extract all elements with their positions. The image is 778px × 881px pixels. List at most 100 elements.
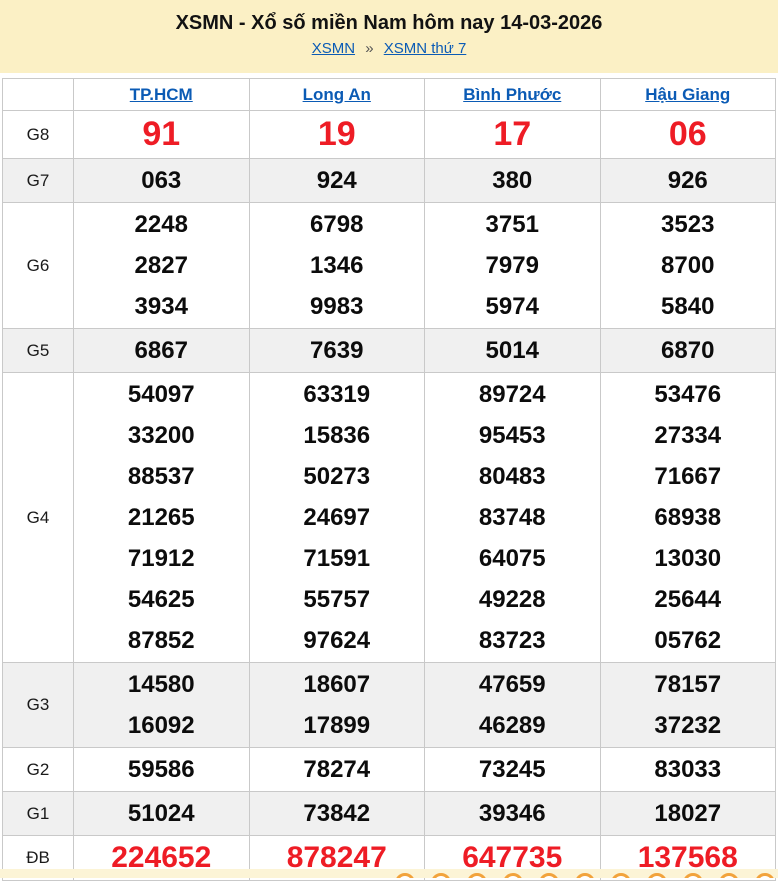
lotto-ball-icon — [683, 873, 703, 878]
prize-number: 924 — [250, 160, 425, 201]
prize-number: 97624 — [250, 620, 425, 661]
prize-number: 59586 — [74, 749, 249, 790]
lotto-ball-icon — [611, 873, 631, 878]
prize-number: 37232 — [601, 705, 776, 746]
prize-number: 6870 — [601, 330, 776, 371]
prize-cell: 18027 — [600, 792, 776, 836]
prize-number: 83723 — [425, 620, 600, 661]
prize-number: 8700 — [601, 245, 776, 286]
prize-number: 2827 — [74, 245, 249, 286]
prize-label-g1: G1 — [3, 792, 74, 836]
column-header-tphcm: TP.HCM — [74, 79, 250, 111]
prize-cell: 7815737232 — [600, 663, 776, 748]
prize-number: 80483 — [425, 456, 600, 497]
prize-number: 27334 — [601, 415, 776, 456]
prize-row-g3: G314580160921860717899476594628978157372… — [3, 663, 776, 748]
prize-number: 71667 — [601, 456, 776, 497]
prize-cell: 78274 — [249, 748, 425, 792]
prize-number: 71912 — [74, 538, 249, 579]
prize-cell: 5014 — [425, 329, 601, 373]
prize-number: 51024 — [74, 793, 249, 834]
prize-number: 49228 — [425, 579, 600, 620]
breadcrumb-separator: » — [365, 40, 373, 57]
prize-number: 06 — [601, 112, 776, 157]
results-table: TP.HCM Long An Bình Phước Hậu Giang G891… — [2, 78, 776, 881]
prize-cell: 352387005840 — [600, 203, 776, 329]
column-header-haugiang: Hậu Giang — [600, 79, 776, 111]
prize-number: 68938 — [601, 497, 776, 538]
prize-cell: 54097332008853721265719125462587852 — [74, 373, 250, 663]
prize-number: 926 — [601, 160, 776, 201]
corner-cell — [3, 79, 74, 111]
prize-number: 6867 — [74, 330, 249, 371]
prize-number: 33200 — [74, 415, 249, 456]
prize-cell: 17 — [425, 111, 601, 159]
prize-row-g5: G56867763950146870 — [3, 329, 776, 373]
prize-number: 50273 — [250, 456, 425, 497]
prize-number: 21265 — [74, 497, 249, 538]
prize-cell: 380 — [425, 159, 601, 203]
prize-number: 5014 — [425, 330, 600, 371]
prize-number: 18607 — [250, 664, 425, 705]
prize-number: 3523 — [601, 204, 776, 245]
prize-number: 47659 — [425, 664, 600, 705]
prize-number: 9983 — [250, 286, 425, 327]
breadcrumb-link-xsmn-thu-7[interactable]: XSMN thứ 7 — [384, 40, 467, 57]
prize-label-g5: G5 — [3, 329, 74, 373]
lotto-ball-icon — [755, 873, 775, 878]
prize-cell: 53476273347166768938130302564405762 — [600, 373, 776, 663]
prize-number: 89724 — [425, 374, 600, 415]
prize-number: 87852 — [74, 620, 249, 661]
prize-label-g6: G6 — [3, 203, 74, 329]
lotto-ball-icon — [431, 873, 451, 878]
column-link-longan[interactable]: Long An — [303, 85, 371, 104]
prize-cell: 924 — [249, 159, 425, 203]
lotto-ball-icon — [647, 873, 667, 878]
prize-label-g7: G7 — [3, 159, 74, 203]
prize-number: 73245 — [425, 749, 600, 790]
prize-number: 83033 — [601, 749, 776, 790]
prize-label-g3: G3 — [3, 663, 74, 748]
prize-cell: 375179795974 — [425, 203, 601, 329]
results-table-body: G891191706G7063924380926G622482827393467… — [3, 111, 776, 881]
prize-cell: 1458016092 — [74, 663, 250, 748]
prize-number: 3934 — [74, 286, 249, 327]
column-link-haugiang[interactable]: Hậu Giang — [645, 85, 730, 104]
column-header-binhphuoc: Bình Phước — [425, 79, 601, 111]
prize-number: 380 — [425, 160, 600, 201]
prize-label-g2: G2 — [3, 748, 74, 792]
lotto-ball-icon — [539, 873, 559, 878]
prize-number: 24697 — [250, 497, 425, 538]
prize-number: 78274 — [250, 749, 425, 790]
prize-number: 1346 — [250, 245, 425, 286]
prize-number: 53476 — [601, 374, 776, 415]
prize-row-g1: G151024738423934618027 — [3, 792, 776, 836]
results-table-header: TP.HCM Long An Bình Phước Hậu Giang — [3, 79, 776, 111]
prize-label-g8: G8 — [3, 111, 74, 159]
prize-number: 17899 — [250, 705, 425, 746]
prize-number: 063 — [74, 160, 249, 201]
prize-number: 91 — [74, 112, 249, 157]
prize-cell: 59586 — [74, 748, 250, 792]
prize-cell: 63319158365027324697715915575797624 — [249, 373, 425, 663]
prize-label-g4: G4 — [3, 373, 74, 663]
prize-cell: 063 — [74, 159, 250, 203]
prize-cell: 4765946289 — [425, 663, 601, 748]
prize-number: 83748 — [425, 497, 600, 538]
column-link-tphcm[interactable]: TP.HCM — [130, 85, 193, 104]
column-link-binhphuoc[interactable]: Bình Phước — [463, 85, 561, 104]
header-row: TP.HCM Long An Bình Phước Hậu Giang — [3, 79, 776, 111]
prize-number: 54097 — [74, 374, 249, 415]
prize-cell: 39346 — [425, 792, 601, 836]
prize-number: 3751 — [425, 204, 600, 245]
prize-number: 2248 — [74, 204, 249, 245]
breadcrumb-link-xsmn[interactable]: XSMN — [312, 40, 355, 57]
prize-number: 05762 — [601, 620, 776, 661]
prize-cell: 224828273934 — [74, 203, 250, 329]
prize-cell: 6867 — [74, 329, 250, 373]
prize-number: 71591 — [250, 538, 425, 579]
prize-number: 14580 — [74, 664, 249, 705]
prize-number: 5974 — [425, 286, 600, 327]
page: { "header": { "title": "XSMN - Xổ số miề… — [0, 0, 778, 878]
prize-number: 39346 — [425, 793, 600, 834]
